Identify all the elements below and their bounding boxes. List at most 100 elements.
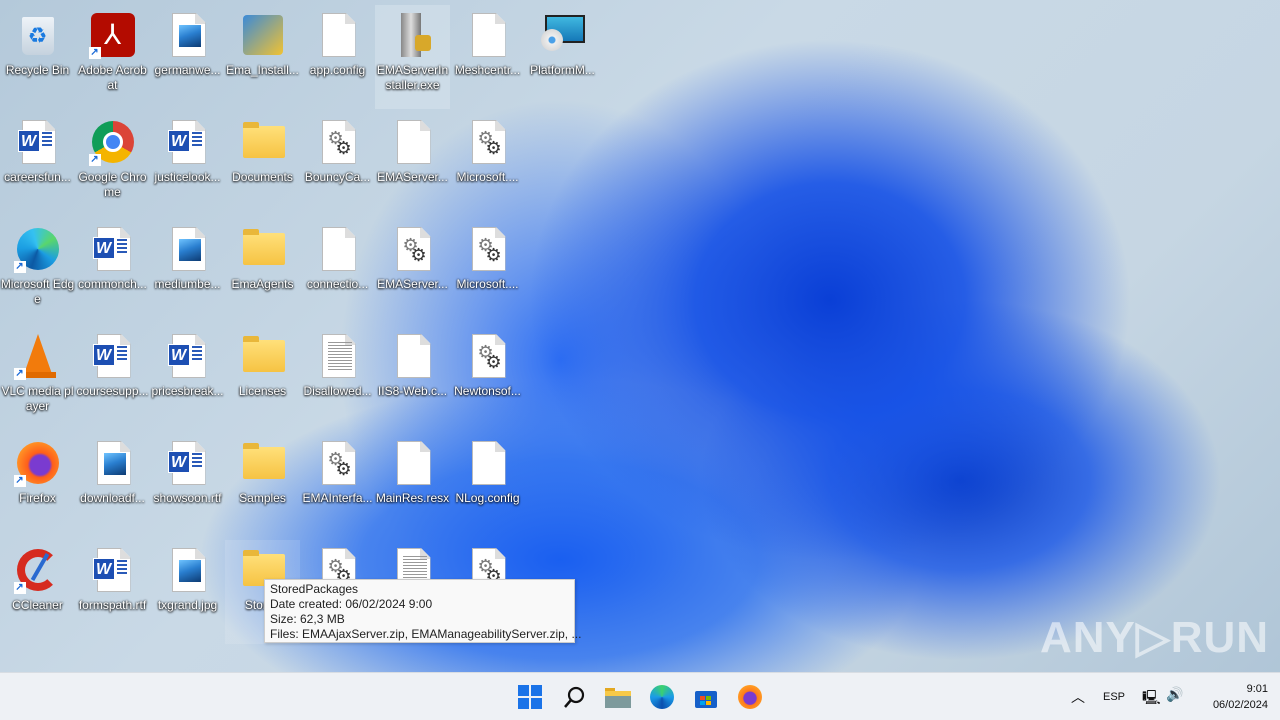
desktop-icon-label: mediumbe... <box>154 277 221 291</box>
desktop-icon[interactable]: ⚙ ⚙ Microsoft.... <box>450 112 525 216</box>
desktop-icon[interactable]: Ema_Install... <box>225 5 300 109</box>
word-document-icon: W <box>14 118 62 166</box>
desktop-icon[interactable]: ⚙ ⚙ Newtonsof... <box>450 326 525 430</box>
desktop[interactable]: ♻ Recycle Bin ⅄ ↗ Adobe Acrobat germanwe... Em… <box>0 0 1280 672</box>
desktop-icon-label: pricesbreak... <box>151 384 224 398</box>
desktop-icon[interactable]: IIS8-Web.c... <box>375 326 450 430</box>
desktop-icon[interactable]: EMAServerInstaller.exe <box>375 5 450 109</box>
windows-logo-icon <box>518 685 542 709</box>
desktop-icon[interactable]: Wformspath.rtf <box>75 540 150 644</box>
recycle-bin-icon: ♻ <box>14 11 62 59</box>
desktop-icon-label: Documents <box>232 170 293 184</box>
desktop-icon[interactable]: EmaAgents <box>225 219 300 323</box>
edge-icon <box>650 685 674 709</box>
config-file-icon: ⚙ ⚙ <box>314 439 362 487</box>
start-button[interactable] <box>514 681 546 713</box>
desktop-icon[interactable]: ↗ CCleaner <box>0 540 75 644</box>
image-file-icon <box>164 546 212 594</box>
blank-file-icon <box>314 11 362 59</box>
language-indicator[interactable]: ESP <box>1103 691 1125 703</box>
search-button[interactable] <box>558 681 590 713</box>
desktop-icon[interactable]: txgrand.jpg <box>150 540 225 644</box>
desktop-icon[interactable]: NLog.config <box>450 433 525 537</box>
desktop-icon-label: CCleaner <box>12 598 63 612</box>
desktop-icon-label: NLog.config <box>455 491 520 505</box>
word-document-icon: W <box>164 332 212 380</box>
network-icon[interactable]: 🖳 <box>1142 687 1161 711</box>
clock[interactable]: 9:01 06/02/2024 <box>1192 681 1268 713</box>
folder-icon <box>239 439 287 487</box>
desktop-icon[interactable]: Samples <box>225 433 300 537</box>
desktop-icon[interactable]: Licenses <box>225 326 300 430</box>
store-button[interactable] <box>690 681 722 713</box>
desktop-icon-label: connectio... <box>306 277 369 291</box>
desktop-icon[interactable]: Wcoursesupp... <box>75 326 150 430</box>
desktop-icon-label: careersfun... <box>4 170 71 184</box>
clock-time: 9:01 <box>1246 683 1268 695</box>
desktop-icon-label: Microsoft Edge <box>0 277 75 306</box>
edge-taskbar-button[interactable] <box>646 681 678 713</box>
desktop-icon[interactable]: PlatformM... <box>525 5 600 109</box>
config-file-icon: ⚙ ⚙ <box>314 118 362 166</box>
tooltip: StoredPackages Date created: 06/02/2024 … <box>264 579 581 643</box>
desktop-icon-label: Microsoft.... <box>456 170 519 184</box>
adobe-acrobat-icon: ⅄ ↗ <box>88 11 137 59</box>
desktop-icon-label: Disallowed... <box>303 384 372 398</box>
config-file-icon: ⚙ ⚙ <box>464 118 512 166</box>
desktop-icon[interactable]: MainRes.resx <box>375 433 450 537</box>
volume-icon[interactable]: 🔊 <box>1166 686 1183 703</box>
desktop-icon[interactable]: ⅄ ↗ Adobe Acrobat <box>75 5 150 109</box>
word-document-icon: W <box>89 332 137 380</box>
desktop-icon[interactable]: ↗ Firefox <box>0 433 75 537</box>
desktop-icon-label: downloadf... <box>80 491 145 505</box>
desktop-icon[interactable]: connectio... <box>300 219 375 323</box>
desktop-icon-label: Firefox <box>19 491 56 505</box>
desktop-icon[interactable]: ⚙ ⚙ EMAServer... <box>375 219 450 323</box>
desktop-icon-label: app.config <box>309 63 366 77</box>
image-file-icon <box>164 225 212 273</box>
desktop-icon[interactable]: Documents <box>225 112 300 216</box>
show-hidden-icons-button[interactable]: ︿ <box>1071 687 1085 707</box>
desktop-icon[interactable]: ♻ Recycle Bin <box>0 5 75 109</box>
desktop-icon[interactable]: ⚙ ⚙ EMAInterfa... <box>300 433 375 537</box>
config-file-icon: ⚙ ⚙ <box>464 225 512 273</box>
desktop-icon-label: VLC media player <box>1 384 74 413</box>
desktop-icon[interactable]: ↗ VLC media player <box>0 326 75 430</box>
desktop-icon[interactable]: app.config <box>300 5 375 109</box>
desktop-icon[interactable]: Wcommonch... <box>75 219 150 323</box>
text-file-icon <box>314 332 362 380</box>
search-icon <box>564 686 585 708</box>
folder-icon <box>239 225 287 273</box>
desktop-icon-label: Newtonsof... <box>454 384 521 398</box>
desktop-icon-label: IIS8-Web.c... <box>377 384 448 398</box>
desktop-icon[interactable]: Wshowsoon.rtf <box>150 433 225 537</box>
firefox-taskbar-button[interactable] <box>734 681 766 713</box>
desktop-icon[interactable]: germanwe... <box>150 5 225 109</box>
desktop-icon[interactable]: Wcareersfun... <box>0 112 75 216</box>
desktop-icon[interactable]: ↗ Microsoft Edge <box>0 219 75 323</box>
blank-file-icon <box>389 118 437 166</box>
desktop-icon-label: EMAServer... <box>377 170 448 184</box>
image-file-icon <box>89 439 137 487</box>
desktop-icon-label: showsoon.rtf <box>153 491 222 505</box>
desktop-icon[interactable]: ↗ Google Chrome <box>75 112 150 216</box>
shortcut-arrow-icon: ↗ <box>13 475 26 487</box>
image-file-icon <box>164 11 212 59</box>
desktop-icon[interactable]: mediumbe... <box>150 219 225 323</box>
desktop-icon[interactable]: ⚙ ⚙ Microsoft.... <box>450 219 525 323</box>
desktop-icon-label: Microsoft.... <box>456 277 519 291</box>
tooltip-name: StoredPackages <box>270 582 359 596</box>
word-document-icon: W <box>89 225 137 273</box>
desktop-icon[interactable]: Meshcentr... <box>450 5 525 109</box>
file-explorer-button[interactable] <box>602 681 634 713</box>
desktop-icon-label: Meshcentr... <box>454 63 521 77</box>
shortcut-arrow-icon: ↗ <box>88 47 101 59</box>
desktop-icon[interactable]: Disallowed... <box>300 326 375 430</box>
desktop-icon[interactable]: downloadf... <box>75 433 150 537</box>
desktop-icon-label: txgrand.jpg <box>157 598 218 612</box>
desktop-icon-label: Google Chrome <box>78 170 147 199</box>
desktop-icon[interactable]: Wjusticelook... <box>150 112 225 216</box>
desktop-icon[interactable]: ⚙ ⚙ BouncyCa... <box>300 112 375 216</box>
desktop-icon[interactable]: EMAServer... <box>375 112 450 216</box>
desktop-icon[interactable]: Wpricesbreak... <box>150 326 225 430</box>
